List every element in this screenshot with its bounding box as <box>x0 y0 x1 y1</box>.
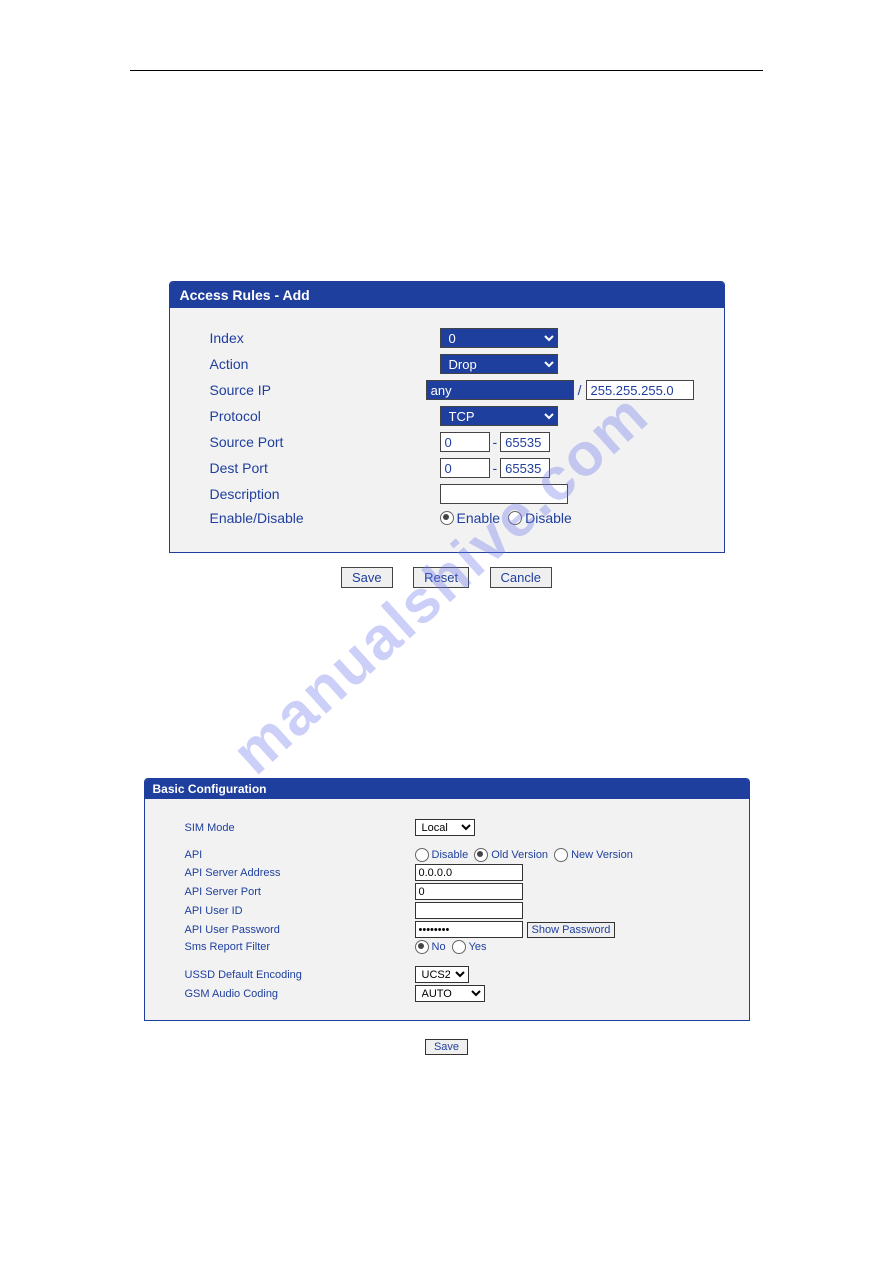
api-label: API <box>185 849 415 861</box>
dest-port-label: Dest Port <box>210 460 440 476</box>
sms-report-filter-label: Sms Report Filter <box>185 941 415 953</box>
api-user-password-label: API User Password <box>185 924 415 936</box>
source-ip-mask-input[interactable] <box>586 380 694 400</box>
horizontal-rule <box>130 70 763 71</box>
sms-filter-yes-label: Yes <box>469 941 487 953</box>
api-server-address-label: API Server Address <box>185 867 415 879</box>
enable-radio[interactable] <box>440 511 454 525</box>
basic-configuration-header: Basic Configuration <box>145 779 749 799</box>
source-port-label: Source Port <box>210 434 440 450</box>
api-server-port-label: API Server Port <box>185 886 415 898</box>
description-input[interactable] <box>440 484 568 504</box>
sms-filter-yes-radio[interactable] <box>452 940 466 954</box>
api-new-version-radio[interactable] <box>554 848 568 862</box>
action-select[interactable]: Drop <box>440 354 558 374</box>
api-old-version-label: Old Version <box>491 849 548 861</box>
source-ip-input[interactable] <box>426 380 574 400</box>
api-user-password-input[interactable] <box>415 921 523 938</box>
enable-radio-label: Enable <box>457 510 501 526</box>
sim-mode-select[interactable]: Local <box>415 819 475 836</box>
api-disable-radio[interactable] <box>415 848 429 862</box>
description-label: Description <box>210 486 440 502</box>
api-user-id-input[interactable] <box>415 902 523 919</box>
api-user-id-label: API User ID <box>185 905 415 917</box>
index-select[interactable]: 0 <box>440 328 558 348</box>
api-server-address-input[interactable] <box>415 864 523 881</box>
api-server-port-input[interactable] <box>415 883 523 900</box>
cancel-button[interactable]: Cancle <box>490 567 552 588</box>
sms-filter-no-label: No <box>432 941 446 953</box>
source-port-from-input[interactable] <box>440 432 490 452</box>
api-new-version-label: New Version <box>571 849 633 861</box>
reset-button[interactable]: Reset <box>413 567 469 588</box>
access-rules-header: Access Rules - Add <box>170 282 724 308</box>
api-old-version-radio[interactable] <box>474 848 488 862</box>
protocol-label: Protocol <box>210 408 440 424</box>
dest-port-from-input[interactable] <box>440 458 490 478</box>
dest-port-to-input[interactable] <box>500 458 550 478</box>
source-port-separator: - <box>493 434 498 450</box>
gsm-audio-coding-select[interactable]: AUTO <box>415 985 485 1002</box>
action-label: Action <box>210 356 440 372</box>
source-ip-label: Source IP <box>210 382 426 398</box>
source-port-to-input[interactable] <box>500 432 550 452</box>
basic-configuration-panel: Basic Configuration SIM Mode Local API D… <box>144 778 750 1021</box>
sms-filter-no-radio[interactable] <box>415 940 429 954</box>
protocol-select[interactable]: TCP <box>440 406 558 426</box>
disable-radio-label: Disable <box>525 510 572 526</box>
ussd-encoding-select[interactable]: UCS2 <box>415 966 469 983</box>
save-button[interactable]: Save <box>341 567 393 588</box>
source-ip-separator: / <box>578 382 582 398</box>
enable-disable-label: Enable/Disable <box>210 510 440 526</box>
disable-radio[interactable] <box>508 511 522 525</box>
index-label: Index <box>210 330 440 346</box>
sim-mode-label: SIM Mode <box>185 822 415 834</box>
dest-port-separator: - <box>493 460 498 476</box>
show-password-button[interactable]: Show Password <box>527 922 616 938</box>
access-rules-panel: Access Rules - Add Index 0 Action Drop S… <box>169 281 725 553</box>
api-disable-label: Disable <box>432 849 469 861</box>
ussd-encoding-label: USSD Default Encoding <box>185 969 415 981</box>
basic-save-button[interactable]: Save <box>425 1039 468 1055</box>
gsm-audio-coding-label: GSM Audio Coding <box>185 988 415 1000</box>
